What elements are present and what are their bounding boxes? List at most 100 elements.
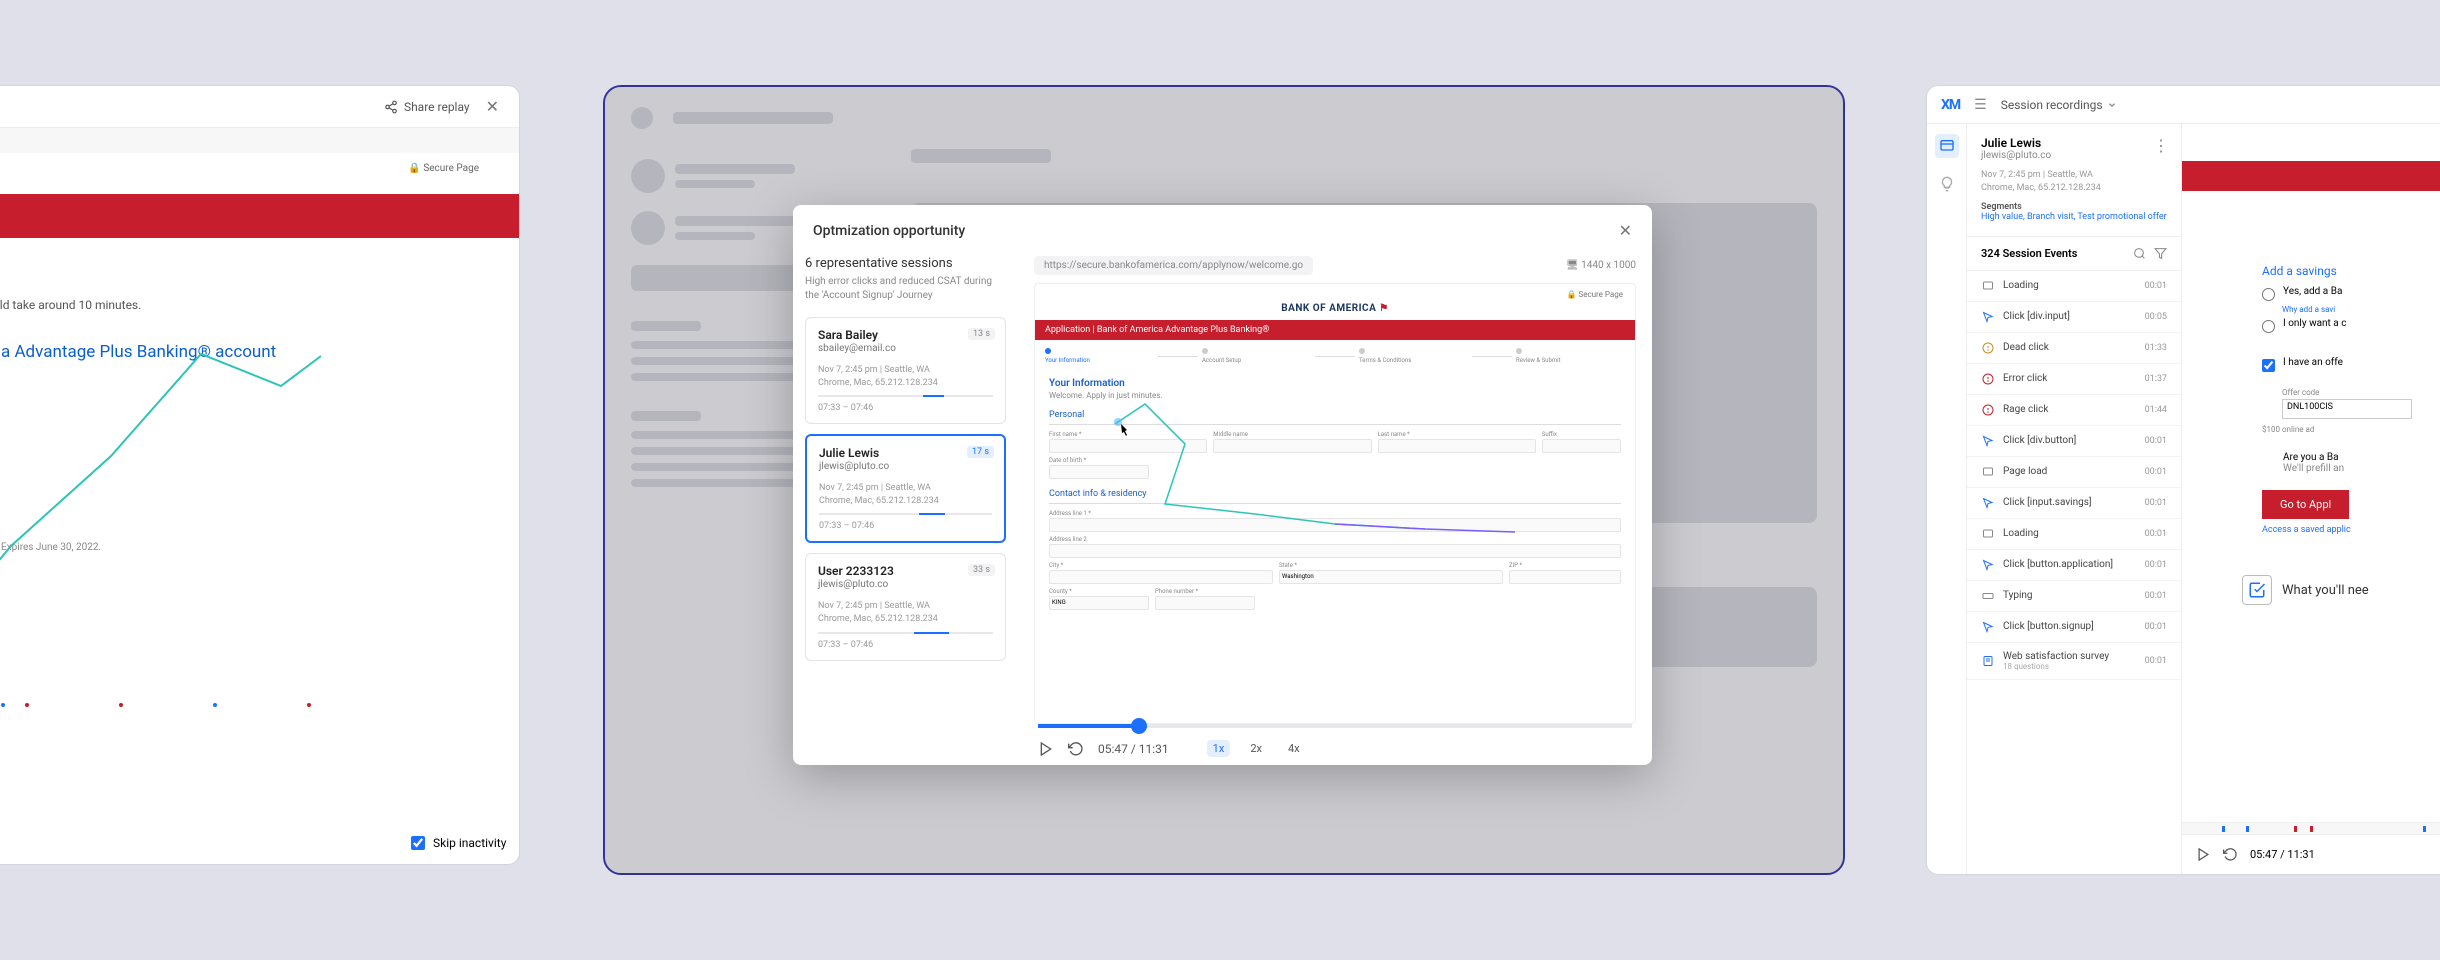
customer-question: Are you a BaWe'll prefill an [2182, 448, 2440, 478]
close-icon[interactable]: ✕ [486, 97, 499, 116]
time-display: 05:47 / 11:31 [2250, 848, 2315, 861]
event-icon [1981, 310, 1995, 324]
page-preview: 🔒 Secure Page BANK OF AMERICA ⚑ Applicat… [1034, 283, 1636, 724]
events-count: 324 Session Events [1981, 247, 2077, 260]
breadcrumb[interactable]: Session recordings [2001, 98, 2117, 112]
event-row[interactable]: Loading00:01 [1967, 519, 2181, 550]
scrubber-knob[interactable] [1131, 718, 1147, 734]
modal-header: Optmization opportunity ✕ [793, 205, 1652, 256]
icon-rail [1927, 124, 1967, 874]
user-name: Julie Lewis [1981, 136, 2167, 150]
speed-2x[interactable]: 2x [1244, 740, 1268, 757]
speed-1x[interactable]: 1x [1207, 740, 1231, 757]
user-email: jlewis@pluto.co [1981, 150, 2167, 161]
event-icon [1981, 654, 1995, 668]
chevron-down-icon [2107, 100, 2117, 110]
option-yes[interactable]: Yes, add a Ba [2182, 282, 2440, 305]
filter-icon[interactable] [2154, 247, 2167, 260]
optimization-panel: Optmization opportunity ✕ 6 representati… [603, 85, 1845, 875]
sessions-count: 6 representative sessions [805, 256, 1006, 271]
preview-pane: https://secure.bankofamerica.com/applyno… [1018, 256, 1652, 765]
why-link[interactable]: Why add a savi [2182, 305, 2440, 314]
option-no[interactable]: I only want a c [2182, 314, 2440, 337]
rail-sessions-icon[interactable] [1935, 134, 1959, 158]
timeline-dots [1, 703, 519, 707]
go-to-application-button[interactable]: Go to Appl [2262, 490, 2349, 519]
playback-controls: 05:47 / 11:31 1x 2x 4x [1034, 728, 1636, 765]
play-icon[interactable] [1038, 741, 1054, 757]
session-card-selected[interactable]: Julie Lewis jlewis@pluto.co 17 s Nov 7, … [805, 434, 1006, 543]
rewind-icon[interactable] [1068, 741, 1084, 757]
event-icon [1981, 372, 1995, 386]
user-card: Julie Lewis jlewis@pluto.co Nov 7, 2:45 … [1967, 124, 2181, 237]
rewind-icon[interactable] [2223, 847, 2238, 862]
time-display: 05:47 / 11:31 [1098, 742, 1169, 756]
replay-panel-left: Share replay ✕ e.bankofamerica.com/apply… [0, 85, 520, 865]
checklist-icon [2242, 575, 2272, 605]
menu-icon[interactable]: ☰ [1974, 97, 1987, 113]
more-icon[interactable]: ⋮ [2153, 136, 2169, 155]
top-bar: Share replay ✕ [0, 86, 519, 128]
account-title: a Advantage Plus Banking® account [1, 342, 519, 362]
sessions-list: 6 representative sessions High error cli… [793, 256, 1018, 765]
event-row[interactable]: Error click01:37 [1967, 364, 2181, 395]
modal-close-icon[interactable]: ✕ [1619, 221, 1632, 240]
event-row[interactable]: Web satisfaction survey18 questions00:01 [1967, 643, 2181, 680]
event-icon [1981, 527, 1995, 541]
event-row[interactable]: Click [button.application]00:01 [1967, 550, 2181, 581]
event-icon [1981, 279, 1995, 293]
what-youll-need: What you'll nee [2242, 575, 2440, 605]
preview-dims: 🖥 1440 x 1000 [1566, 260, 1636, 271]
add-savings-link[interactable]: Add a savings [2182, 260, 2440, 282]
url-bar: e.bankofamerica.com/applynow/welcome.go [0, 128, 519, 153]
event-icon [1981, 434, 1995, 448]
scrubber[interactable] [1038, 724, 1632, 728]
rail-insights-icon[interactable] [1935, 172, 1959, 196]
timeline[interactable] [2182, 822, 2440, 834]
skip-checkbox[interactable] [411, 836, 425, 850]
event-row[interactable]: Click [input.savings]00:01 [1967, 488, 2181, 519]
event-icon [1981, 558, 1995, 572]
red-banner [0, 194, 519, 238]
cursor-trace [0, 346, 361, 606]
play-icon[interactable] [2196, 847, 2211, 862]
event-row[interactable]: Click [div.button]00:01 [1967, 426, 2181, 457]
event-row[interactable]: Click [div.input]00:05 [1967, 302, 2181, 333]
event-row[interactable]: Click [button.signup]00:01 [1967, 612, 2181, 643]
saved-app-link[interactable]: Access a saved applic [2182, 525, 2440, 535]
event-icon [1981, 496, 1995, 510]
skip-inactivity-toggle[interactable]: Skip inactivity [411, 836, 506, 850]
search-icon[interactable] [2133, 247, 2146, 260]
session-card[interactable]: Sara Bailey sbailey@email.co 13 s Nov 7,… [805, 317, 1006, 424]
offer-code-field: Offer code DNL100CIS [2182, 376, 2440, 423]
playback-controls: 05:47 / 11:31 [2182, 834, 2440, 874]
event-icon [1981, 589, 1995, 603]
share-icon [384, 100, 398, 114]
events-list: Loading00:01Click [div.input]00:05Dead c… [1967, 271, 2181, 874]
optimization-modal: Optmization opportunity ✕ 6 representati… [793, 205, 1652, 765]
event-icon [1981, 403, 1995, 417]
session-card[interactable]: User 2233123 jlewis@pluto.co 33 s Nov 7,… [805, 553, 1006, 660]
speed-4x[interactable]: 4x [1282, 740, 1306, 757]
share-replay-button[interactable]: Share replay [384, 100, 470, 114]
event-row[interactable]: Page load00:01 [1967, 457, 2181, 488]
session-recording-panel: XM ☰ Session recordings Julie Lewis jlew… [1926, 85, 2440, 875]
event-icon [1981, 620, 1995, 634]
modal-title: Optmization opportunity [813, 223, 965, 239]
red-banner: Before You Apply [2182, 161, 2440, 191]
share-label: Share replay [404, 100, 470, 114]
offer-code-input[interactable]: DNL100CIS [2282, 399, 2412, 419]
preview-url: https://secure.bankofamerica.com/applyno… [1034, 256, 1313, 275]
top-bar: XM ☰ Session recordings [1927, 86, 2440, 124]
event-icon [1981, 465, 1995, 479]
offer-checkbox[interactable]: I have an offe [2182, 353, 2440, 376]
xm-logo: XM [1941, 97, 1960, 113]
main-content: BANK OF AMERICA Before You Apply Get Sta… [2182, 124, 2440, 874]
segments-link[interactable]: High value, Branch visit, Test promotion… [1981, 212, 2167, 224]
event-row[interactable]: Dead click01:33 [1967, 333, 2181, 364]
page-heading: Get Starte [2182, 191, 2440, 260]
event-row[interactable]: Loading00:01 [1967, 271, 2181, 302]
event-row[interactable]: Rage click01:44 [1967, 395, 2181, 426]
event-icon [1981, 341, 1995, 355]
event-row[interactable]: Typing00:01 [1967, 581, 2181, 612]
